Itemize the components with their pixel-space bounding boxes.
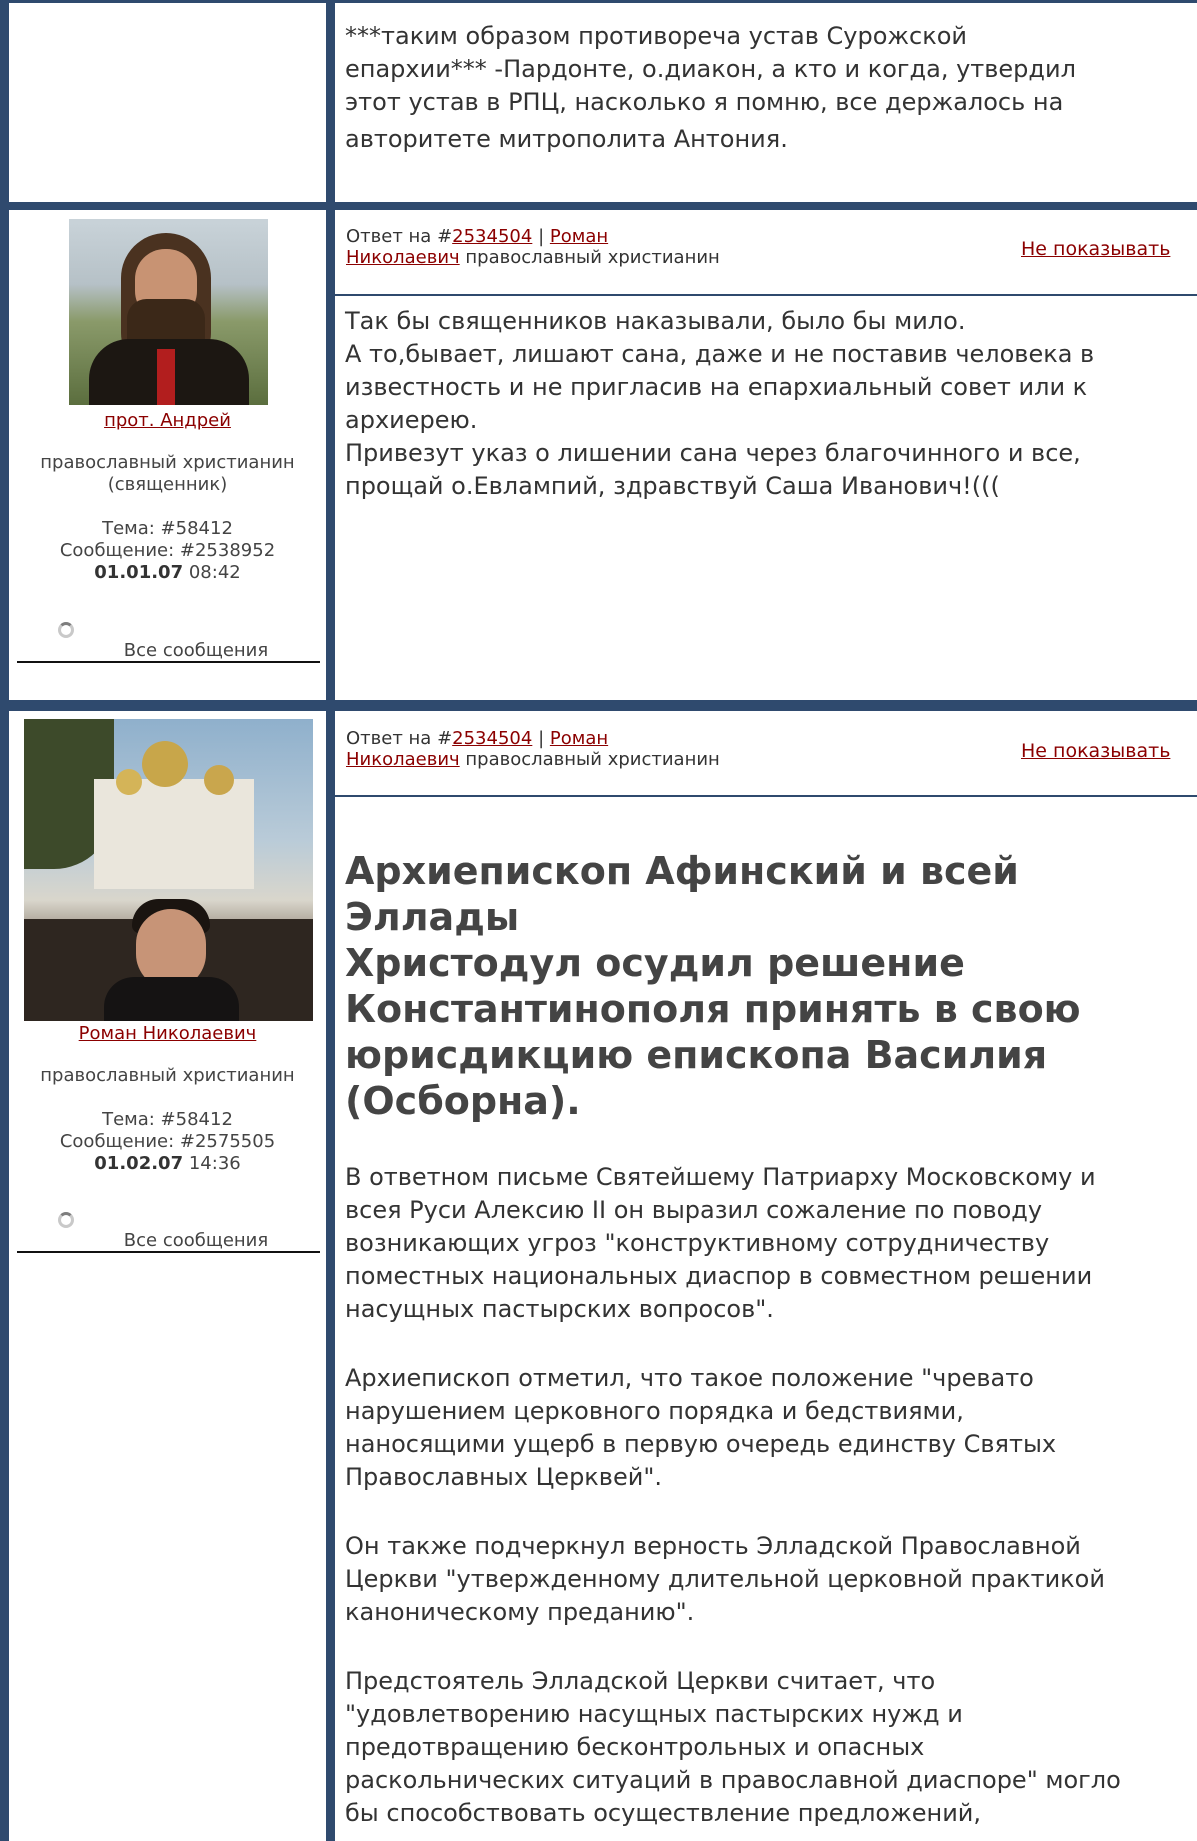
author-link[interactable]: Николаевич xyxy=(346,247,460,268)
paragraph: Он также подчеркнул верность Элладской П… xyxy=(345,1532,1105,1626)
hide-button[interactable]: Не показывать xyxy=(1021,740,1170,762)
post-line: известность и не пригласив на епархиальн… xyxy=(345,373,1088,401)
column-divider xyxy=(326,0,335,1841)
username-link[interactable]: прот. Андрей xyxy=(104,410,231,431)
username-link[interactable]: Роман Николаевич xyxy=(79,1023,257,1044)
user-info: прот. Андрей православный христианин (св… xyxy=(9,410,326,584)
post-line: ***таким образом противореча устав Сурож… xyxy=(345,22,967,50)
top-border xyxy=(0,0,1197,3)
reply-header: Ответ на #2534504 | Роман Николаевич пра… xyxy=(346,728,720,770)
post-line: прощай о.Евлампий, здравствуй Саша Ивано… xyxy=(345,472,1000,500)
paragraph: В ответном письме Святейшему Патриарху М… xyxy=(345,1163,1096,1323)
post-line: епархии*** -Пардонте, о.диакон, а кто и … xyxy=(345,55,1076,83)
post-line: архиерею. xyxy=(345,406,478,434)
left-border xyxy=(0,0,9,1841)
post-headline: Архиепископ Афинский и всей Эллады Христ… xyxy=(345,849,1081,1123)
all-messages-link[interactable]: Все сообщения xyxy=(17,1230,320,1253)
author-role: православный христианин xyxy=(465,247,720,268)
topic-number: Тема: #58412 xyxy=(102,1109,233,1130)
post-divider xyxy=(0,202,1197,210)
loading-icon xyxy=(58,1212,74,1228)
post-line: Так бы священников наказывали, было бы м… xyxy=(345,307,966,335)
message-number: Сообщение: #2538952 xyxy=(59,540,276,561)
post-line: А то,бывает, лишают сана, даже и не пост… xyxy=(345,340,1095,368)
post-date: 01.02.07 14:36 xyxy=(94,1153,241,1174)
user-info: Роман Николаевич православный христианин… xyxy=(9,1023,326,1175)
paragraph: Архиепископ отметил, что такое положение… xyxy=(345,1364,1057,1491)
author-role: православный христианин xyxy=(465,749,720,770)
all-messages-link[interactable]: Все сообщения xyxy=(17,640,320,663)
post-divider xyxy=(0,700,1197,711)
post-date: 01.01.07 08:42 xyxy=(94,562,241,583)
reply-link[interactable]: 2534504 xyxy=(452,728,532,749)
author-link[interactable]: Роман xyxy=(550,226,608,247)
user-role: православный христианин xyxy=(40,452,295,473)
hide-button[interactable]: Не показывать xyxy=(1021,238,1170,260)
user-role-note: (священник) xyxy=(107,474,228,495)
post-line: Привезут указ о лишении сана через благо… xyxy=(345,439,1081,467)
post-body: В ответном письме Святейшему Патриарху М… xyxy=(345,1161,1185,1830)
forum-thread: ***таким образом противореча устав Сурож… xyxy=(0,0,1197,1841)
reply-link[interactable]: 2534504 xyxy=(452,226,532,247)
author-link[interactable]: Роман xyxy=(550,728,608,749)
reply-header: Ответ на #2534504 | Роман Николаевич пра… xyxy=(346,226,720,268)
loading-icon xyxy=(58,622,74,638)
author-link[interactable]: Николаевич xyxy=(346,749,460,770)
post-body: ***таким образом противореча устав Сурож… xyxy=(345,20,1185,156)
avatar[interactable] xyxy=(69,219,268,405)
post-line: этот устав в РПЦ, насколько я помню, все… xyxy=(345,88,1064,116)
message-number: Сообщение: #2575505 xyxy=(59,1131,276,1152)
post-body: Так бы священников наказывали, было бы м… xyxy=(345,305,1185,503)
user-role: православный христианин xyxy=(40,1065,295,1086)
post-line: авторитете митрополита Антония. xyxy=(345,125,788,153)
avatar[interactable] xyxy=(24,719,313,1021)
topic-number: Тема: #58412 xyxy=(102,518,233,539)
post-header-divider xyxy=(335,795,1197,797)
paragraph: Предстоятель Элладской Церкви считает, ч… xyxy=(345,1667,1121,1827)
post-header-divider xyxy=(335,294,1197,296)
